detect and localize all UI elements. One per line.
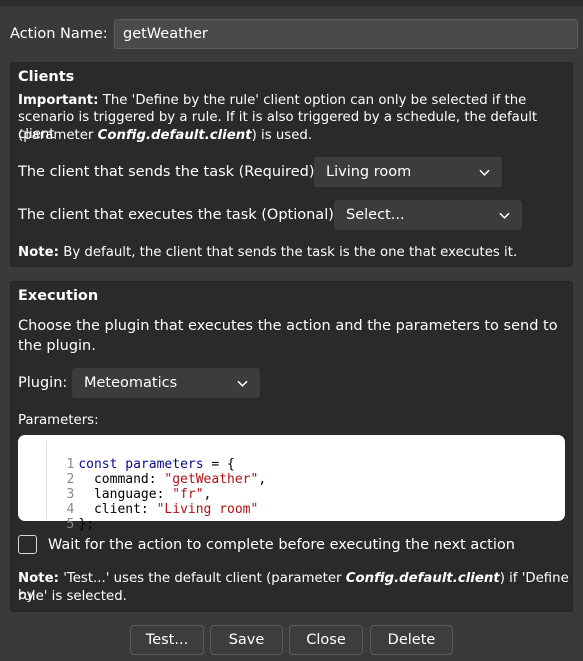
chevron-down-icon [479,169,490,176]
action-name-row: Action Name: [10,19,108,49]
execution-description-line-1: Choose the plugin that executes the acti… [18,318,558,334]
title-bar-strip [0,0,583,6]
parameters-label: Parameters: [18,413,99,428]
clients-title: Clients [18,69,75,85]
clients-panel: Clients Important: The 'Define by the ru… [10,62,573,267]
executor-client-dropdown[interactable]: Select... [334,200,522,230]
close-button[interactable]: Close [289,625,363,655]
chevron-down-icon [237,380,248,387]
action-name-input[interactable]: getWeather [114,19,578,49]
clients-important-line-3: (parameter Config.default.client) is use… [18,128,313,143]
code-line-4: 4 client: "Living room" [18,487,258,517]
plugin-dropdown[interactable]: Meteomatics [72,368,260,398]
sender-client-label: The client that sends the task (Required… [18,164,320,180]
sender-client-value: Living room [326,164,412,180]
chevron-down-icon [499,212,510,219]
executor-client-value: Select... [346,207,405,223]
executor-client-label: The client that executes the task (Optio… [18,207,339,223]
line-number: 5 [66,517,75,532]
code-line-1: 1 const parameters = { [18,442,234,472]
clients-important-line-1: Important: The 'Define by the rule' clie… [18,93,527,108]
sender-client-dropdown[interactable]: Living room [314,157,502,187]
parameters-code-editor[interactable]: 1 const parameters = { 2 command: "getWea… [18,435,565,532]
code-line-2: 2 command: "getWeather", [18,457,266,487]
save-button[interactable]: Save [210,625,283,655]
execution-title: Execution [18,288,99,304]
plugin-value: Meteomatics [84,375,178,391]
execution-note-line-2: rule' is selected. [18,589,127,604]
code-line-5: 5}; [18,502,93,532]
test-button[interactable]: Test... [130,625,204,655]
execution-description-line-2: the plugin. [18,338,96,354]
clients-note: Note: By default, the client that sends … [18,245,518,260]
wait-checkbox-label[interactable]: Wait for the action to complete before e… [48,537,515,554]
plugin-label: Plugin: [18,375,68,391]
wait-checkbox[interactable] [18,535,37,554]
delete-button[interactable]: Delete [370,625,453,655]
action-name-label: Action Name: [10,26,108,42]
code-line-3: 3 language: "fr", [18,472,211,502]
